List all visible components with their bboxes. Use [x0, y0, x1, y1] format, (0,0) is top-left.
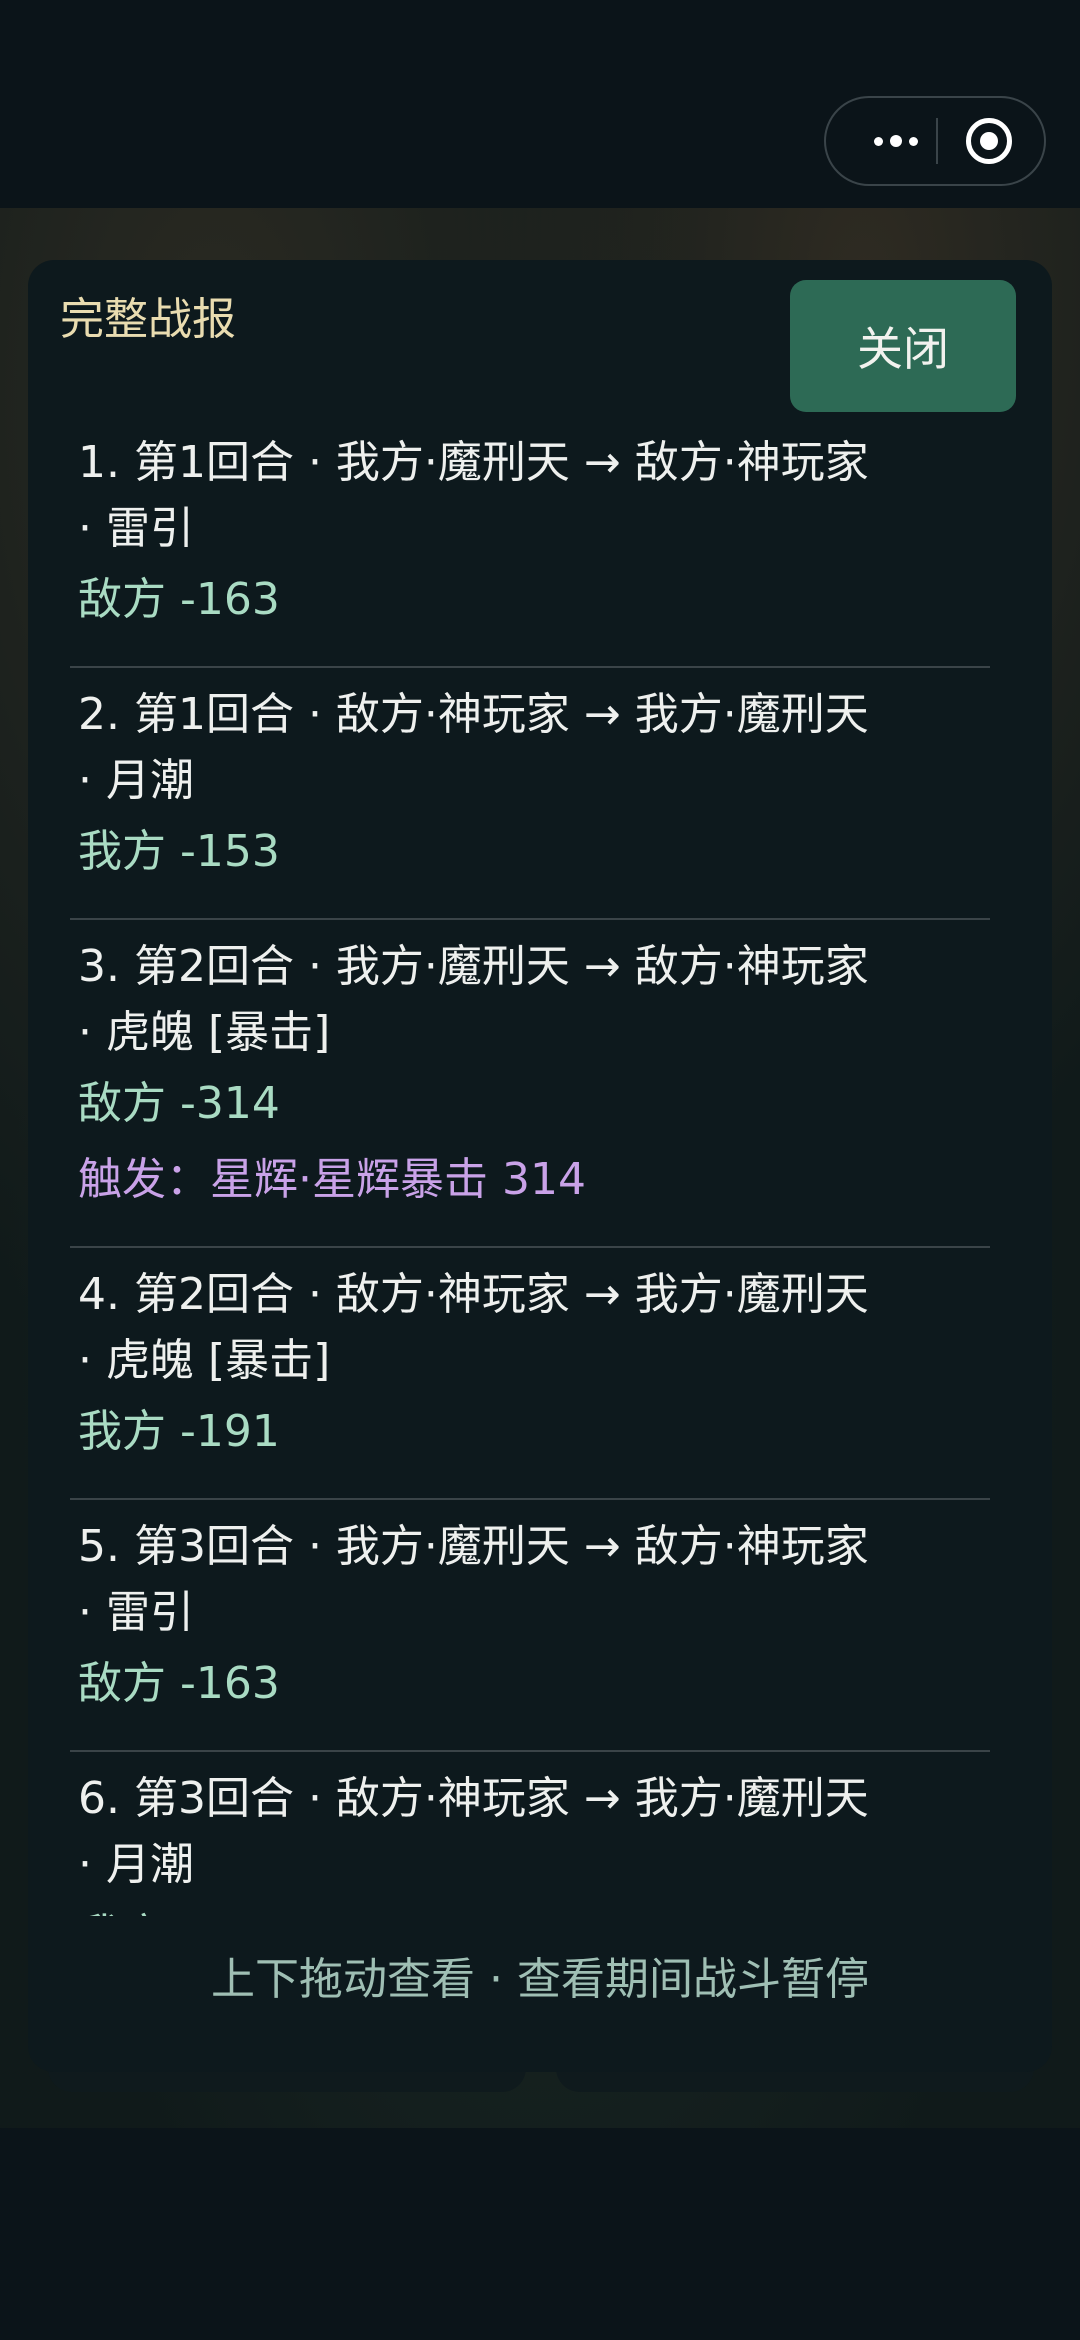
log-entry-action: 2. 第1回合 · 敌方·神玩家 → 我方·魔刑天 [78, 689, 869, 740]
mini-program-capsule [824, 96, 1046, 186]
log-entry-damage: 敌方 -163 [78, 574, 280, 625]
log-entry-damage: 敌方 -163 [78, 1658, 280, 1709]
log-entry-skill: · 雷引 [78, 1587, 194, 1638]
log-entry-damage: 我方 -153 [78, 1898, 982, 1916]
close-button[interactable]: 关闭 [790, 280, 1016, 412]
log-entry-action: 3. 第2回合 · 我方·魔刑天 → 敌方·神玩家 [78, 941, 869, 992]
log-entry: 5. 第3回合 · 我方·魔刑天 → 敌方·神玩家 · 雷引 敌方 -163 [70, 1500, 990, 1752]
log-entry: 4. 第2回合 · 敌方·神玩家 → 我方·魔刑天 · 虎魄 [暴击] 我方 -… [70, 1248, 990, 1500]
log-entry-skill: · 雷引 [78, 503, 194, 554]
more-dots-icon[interactable] [856, 98, 936, 184]
log-entry-action: 5. 第3回合 · 我方·魔刑天 → 敌方·神玩家 [78, 1521, 869, 1572]
log-entry-action: 4. 第2回合 · 敌方·神玩家 → 我方·魔刑天 [78, 1269, 869, 1320]
log-entry: 3. 第2回合 · 我方·魔刑天 → 敌方·神玩家 · 虎魄 [暴击] 敌方 -… [70, 920, 990, 1248]
log-entry-skill: · 月潮 [78, 755, 194, 806]
log-entry-trigger: 触发：星辉·星辉暴击 314 [78, 1154, 586, 1205]
log-entry-action: 1. 第1回合 · 我方·魔刑天 → 敌方·神玩家 [78, 437, 869, 488]
log-entry: 1. 第1回合 · 我方·魔刑天 → 敌方·神玩家 · 雷引 敌方 -163 [70, 416, 990, 668]
bottom-safe-area [0, 2128, 1080, 2340]
battle-log-list[interactable]: 1. 第1回合 · 我方·魔刑天 → 敌方·神玩家 · 雷引 敌方 -163 2… [70, 416, 990, 1916]
log-entry-damage: 我方 -191 [78, 1406, 280, 1457]
screen: 完整战报 关闭 1. 第1回合 · 我方·魔刑天 → 敌方·神玩家 · 雷引 敌… [0, 0, 1080, 2340]
log-entry-skill: · 虎魄 [暴击] [78, 1007, 331, 1058]
log-entry-action: 6. 第3回合 · 敌方·神玩家 → 我方·魔刑天 [78, 1773, 869, 1824]
log-entry-damage: 我方 -153 [78, 826, 280, 877]
scroll-hint: 上下拖动查看 · 查看期间战斗暂停 [211, 1954, 869, 2005]
log-entry: 6. 第3回合 · 敌方·神玩家 → 我方·魔刑天 · 月潮 我方 -153 [70, 1752, 990, 1916]
log-entry-damage: 敌方 -314 [78, 1078, 280, 1129]
battle-report-panel: 完整战报 关闭 1. 第1回合 · 我方·魔刑天 → 敌方·神玩家 · 雷引 敌… [28, 260, 1052, 2072]
log-entry: 2. 第1回合 · 敌方·神玩家 → 我方·魔刑天 · 月潮 我方 -153 [70, 668, 990, 920]
log-entry-skill: · 月潮 [78, 1839, 194, 1890]
capsule-divider [936, 118, 938, 164]
log-entry-skill: · 虎魄 [暴击] [78, 1335, 331, 1386]
target-circle-icon[interactable] [966, 118, 1012, 164]
panel-title: 完整战报 [60, 294, 236, 345]
